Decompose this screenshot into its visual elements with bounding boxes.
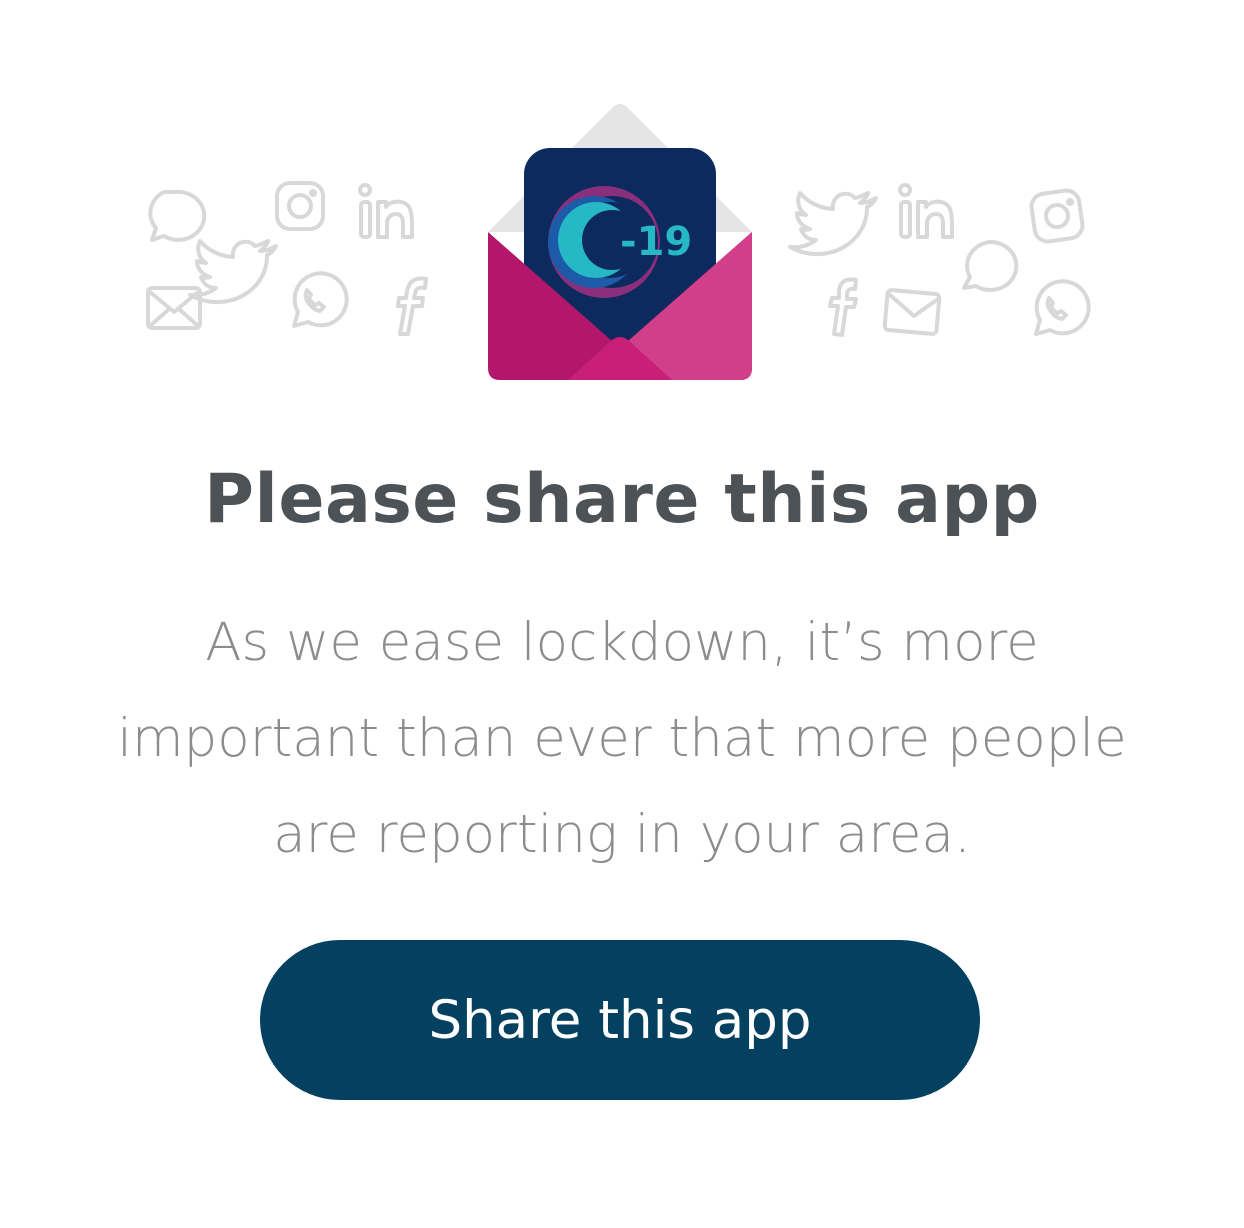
- description-line: As we ease lockdown, it’s more: [205, 612, 1039, 673]
- whatsapp-icon: [292, 271, 349, 328]
- instagram-icon: [275, 181, 325, 231]
- share-app-button[interactable]: Share this app: [260, 940, 980, 1100]
- facebook-icon: [396, 276, 428, 336]
- twitter-icon: [788, 191, 878, 257]
- speech-bubble-icon: [148, 189, 207, 242]
- linkedin-icon: [358, 183, 414, 239]
- app-envelope-icon: -19: [488, 104, 752, 380]
- email-icon: [882, 288, 942, 336]
- whatsapp-icon: [1034, 279, 1091, 336]
- instagram-icon: [1029, 188, 1085, 244]
- share-illustration: -19: [0, 90, 1244, 400]
- speech-bubble-icon: [962, 239, 1019, 292]
- description-line: important than ever that more people: [117, 708, 1127, 769]
- app-logo-text: -19: [620, 219, 692, 265]
- twitter-icon: [188, 239, 278, 305]
- linkedin-icon: [898, 183, 954, 239]
- page-title: Please share this app: [204, 460, 1040, 539]
- facebook-icon: [828, 277, 858, 337]
- description-line: are reporting in your area.: [273, 804, 971, 865]
- description: As we ease lockdown, it’s more important…: [60, 595, 1184, 883]
